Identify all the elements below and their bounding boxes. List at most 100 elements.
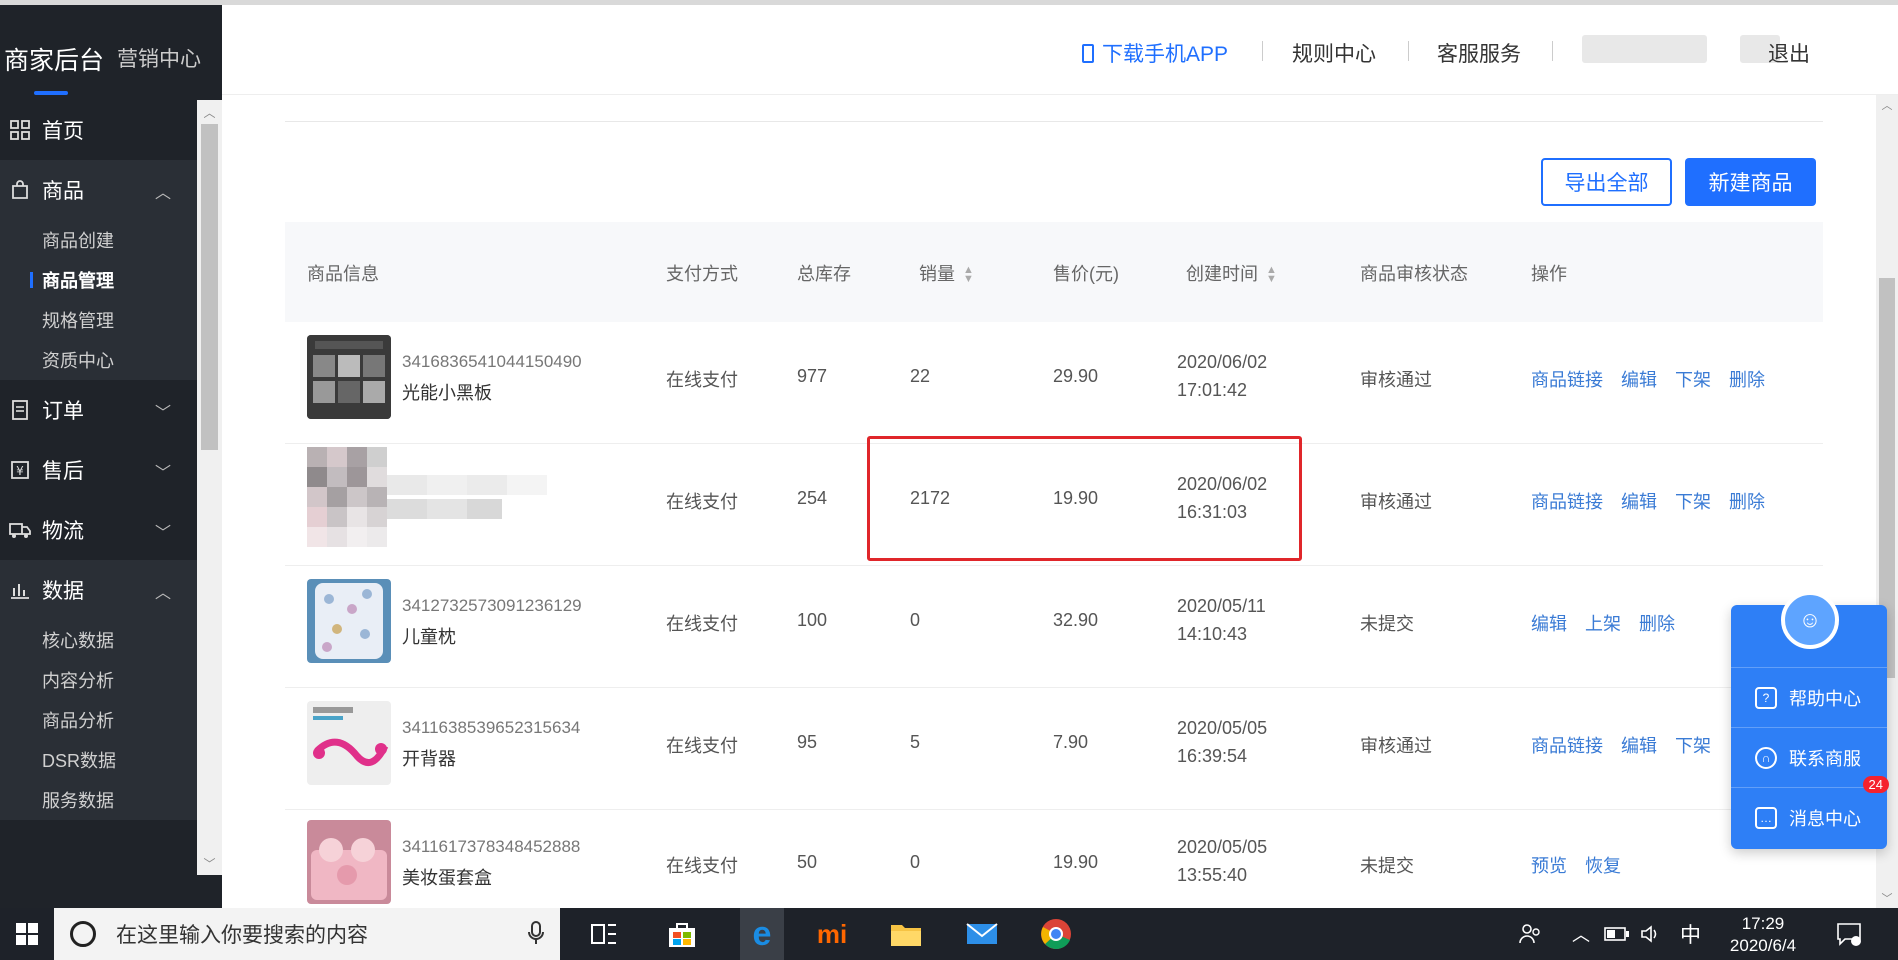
mi-app-icon[interactable]: mi bbox=[814, 916, 850, 952]
sidebar-item-orders[interactable]: 订单 ﹀ bbox=[0, 380, 197, 440]
goods-submenu: 商品创建 商品管理 规格管理 资质中心 bbox=[0, 220, 197, 380]
robot-mascot-icon[interactable]: ☺ bbox=[1781, 591, 1839, 649]
taskbar-search-box[interactable]: 在这里输入你要搜索的内容 bbox=[54, 908, 560, 960]
chevron-up-icon: ︿ bbox=[154, 585, 171, 602]
people-icon[interactable] bbox=[1518, 908, 1542, 960]
product-link-action[interactable]: 商品链接 bbox=[1531, 732, 1603, 758]
stock-value: 95 bbox=[797, 732, 818, 752]
product-link-action[interactable]: 商品链接 bbox=[1531, 488, 1603, 514]
document-icon bbox=[8, 398, 32, 422]
brand-title[interactable]: 商家后台 bbox=[4, 41, 104, 77]
pay-method: 在线支付 bbox=[666, 370, 738, 390]
input-method-indicator[interactable]: 中 bbox=[1680, 908, 1701, 960]
col-header-created-label: 创建时间 bbox=[1186, 264, 1258, 284]
sort-icon[interactable]: ▲ ▼ bbox=[963, 265, 974, 285]
sidebar-item-qualification[interactable]: 资质中心 bbox=[0, 340, 197, 380]
account-name-redacted[interactable] bbox=[1582, 35, 1707, 63]
sidebar-item-goods[interactable]: 商品 ︿ bbox=[0, 160, 197, 220]
edit-action[interactable]: 编辑 bbox=[1531, 610, 1567, 636]
contact-support-button[interactable]: ∩ 联系商服 bbox=[1731, 727, 1887, 787]
microphone-icon[interactable] bbox=[528, 921, 544, 951]
scroll-down-icon[interactable]: ﹀ bbox=[197, 851, 222, 875]
battery-icon[interactable] bbox=[1604, 908, 1630, 960]
scroll-up-icon[interactable]: ︿ bbox=[1876, 95, 1898, 115]
volume-icon[interactable] bbox=[1640, 908, 1664, 960]
delete-action[interactable]: 删除 bbox=[1729, 488, 1765, 514]
file-explorer-icon[interactable] bbox=[888, 916, 924, 952]
task-view-icon[interactable] bbox=[586, 916, 622, 952]
notification-icon[interactable] bbox=[1836, 908, 1862, 960]
sales-value: 22 bbox=[910, 366, 931, 386]
new-product-button[interactable]: 新建商品 bbox=[1685, 158, 1816, 206]
table-row: 3411617378348452888 美妆蛋套盒 在线支付 50 0 19.9… bbox=[285, 810, 1823, 908]
sidebar-item-content-analysis[interactable]: 内容分析 bbox=[0, 660, 197, 700]
restore-action[interactable]: 恢复 bbox=[1585, 852, 1621, 878]
mail-icon[interactable] bbox=[964, 916, 1000, 952]
take-down-action[interactable]: 下架 bbox=[1675, 366, 1711, 392]
export-all-button[interactable]: 导出全部 bbox=[1541, 158, 1672, 206]
edit-action[interactable]: 编辑 bbox=[1621, 732, 1657, 758]
chat-icon: … bbox=[1755, 806, 1777, 829]
sidebar-item-spec-management[interactable]: 规格管理 bbox=[0, 300, 197, 340]
sidebar-item-goods-analysis[interactable]: 商品分析 bbox=[0, 700, 197, 740]
scroll-up-icon[interactable]: ︿ bbox=[197, 100, 222, 124]
sidebar-item-data[interactable]: 数据 ︿ bbox=[0, 560, 197, 620]
product-thumbnail[interactable] bbox=[307, 820, 391, 904]
chevron-down-icon: ﹀ bbox=[154, 525, 171, 542]
scroll-down-icon[interactable]: ﹀ bbox=[1876, 888, 1898, 908]
edit-action[interactable]: 编辑 bbox=[1621, 366, 1657, 392]
customer-service-link[interactable]: 客服服务 bbox=[1437, 38, 1521, 68]
edit-action[interactable]: 编辑 bbox=[1621, 488, 1657, 514]
sidebar-scroll-thumb[interactable] bbox=[201, 124, 218, 450]
windows-taskbar: 在这里输入你要搜索的内容 e mi ︿ 中 17:29 2020/6/4 bbox=[0, 908, 1898, 960]
take-down-action[interactable]: 下架 bbox=[1675, 488, 1711, 514]
take-down-action[interactable]: 下架 bbox=[1675, 732, 1711, 758]
shopping-bag-icon bbox=[8, 178, 32, 202]
sidebar-item-core-data[interactable]: 核心数据 bbox=[0, 620, 197, 660]
price-value: 19.90 bbox=[1053, 852, 1099, 872]
store-icon[interactable] bbox=[664, 916, 700, 952]
rules-center-link[interactable]: 规则中心 bbox=[1292, 38, 1376, 68]
col-header-sales[interactable]: 销量 ▲ ▼ bbox=[919, 260, 974, 286]
sidebar-scrollbar[interactable]: ︿ ﹀ bbox=[197, 100, 222, 875]
product-thumbnail[interactable] bbox=[307, 579, 391, 663]
sidebar-item-goods-management[interactable]: 商品管理 bbox=[0, 260, 197, 300]
delete-action[interactable]: 删除 bbox=[1639, 610, 1675, 636]
pay-method: 在线支付 bbox=[666, 614, 738, 634]
preview-action[interactable]: 预览 bbox=[1531, 852, 1567, 878]
col-header-sales-label: 销量 bbox=[919, 264, 955, 284]
question-icon: ? bbox=[1755, 686, 1777, 709]
brand-active-indicator bbox=[34, 91, 68, 95]
sidebar-item-dsr-data[interactable]: DSR数据 bbox=[0, 740, 197, 780]
put-on-shelf-action[interactable]: 上架 bbox=[1585, 610, 1621, 636]
logout-link[interactable]: 退出 bbox=[1768, 38, 1810, 68]
stock-value: 100 bbox=[797, 610, 828, 630]
sidebar-item-service-data[interactable]: 服务数据 bbox=[0, 780, 197, 820]
product-link-action[interactable]: 商品链接 bbox=[1531, 366, 1603, 392]
col-header-created[interactable]: 创建时间 ▲ ▼ bbox=[1186, 260, 1277, 286]
sort-icon[interactable]: ▲ ▼ bbox=[1266, 265, 1277, 285]
table-header: 商品信息 支付方式 总库存 销量 ▲ ▼ 售价(元) 创建时间 ▲ ▼ 商品审核状态 操… bbox=[285, 222, 1823, 322]
sidebar-item-aftersale[interactable]: ¥ 售后 ﹀ bbox=[0, 440, 197, 500]
windows-start-icon[interactable] bbox=[0, 908, 54, 960]
product-thumbnail[interactable] bbox=[307, 335, 391, 419]
product-id: 3411617378348452888 bbox=[402, 837, 581, 856]
brand-subtitle[interactable]: 营销中心 bbox=[117, 43, 201, 73]
sidebar-item-home[interactable]: 首页 bbox=[0, 100, 197, 160]
edge-browser-icon[interactable]: e bbox=[740, 908, 784, 960]
message-center-button[interactable]: … 消息中心 24 bbox=[1731, 776, 1889, 847]
taskbar-clock[interactable]: 17:29 2020/6/4 bbox=[1718, 913, 1808, 957]
help-center-button[interactable]: ? 帮助中心 bbox=[1731, 667, 1887, 727]
help-float-panel: ☺ ? 帮助中心 ∩ 联系商服 … 消息中心 24 bbox=[1731, 591, 1889, 849]
download-app-link[interactable]: 下载手机APP bbox=[1082, 38, 1228, 68]
chevron-up-icon[interactable]: ︿ bbox=[1572, 908, 1590, 960]
product-thumbnail[interactable] bbox=[307, 701, 391, 785]
delete-action[interactable]: 删除 bbox=[1729, 366, 1765, 392]
chrome-icon[interactable] bbox=[1038, 916, 1074, 952]
yen-icon: ¥ bbox=[8, 458, 32, 482]
created-date: 2020/05/05 bbox=[1177, 837, 1268, 857]
sidebar-item-create-goods[interactable]: 商品创建 bbox=[0, 220, 197, 260]
sidebar-item-label: 订单 bbox=[42, 400, 84, 423]
stock-value: 977 bbox=[797, 366, 828, 386]
sidebar-item-logistics[interactable]: 物流 ﹀ bbox=[0, 500, 197, 560]
